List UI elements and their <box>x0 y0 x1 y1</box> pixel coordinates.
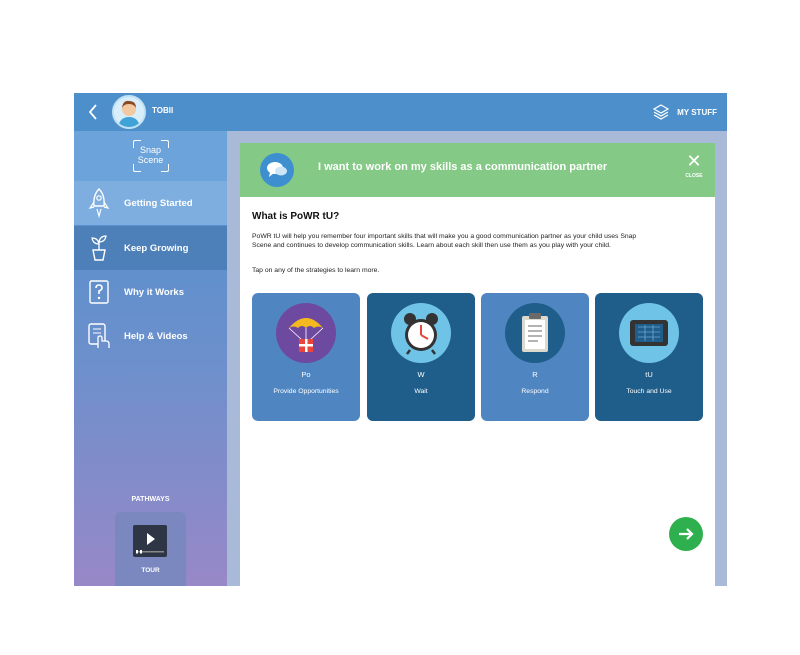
sidebar-item-label: Getting Started <box>124 197 193 209</box>
my-stuff-label: MY STUFF <box>677 107 717 117</box>
sidebar-item-why-it-works[interactable]: Why it Works <box>74 270 227 314</box>
tablet-hand-icon <box>88 323 110 348</box>
goal-banner: I want to work on my skills as a communi… <box>240 143 715 197</box>
back-button[interactable] <box>80 98 106 126</box>
close-label: CLOSE <box>685 173 703 179</box>
section-description: PoWR tU will help you remember four impo… <box>252 233 637 249</box>
avatar[interactable] <box>112 95 146 129</box>
section-heading: What is PoWR tU? <box>252 211 340 222</box>
strategy-abbr: W <box>417 370 425 379</box>
sidebar-item-keep-growing[interactable]: Keep Growing <box>74 226 227 270</box>
tour-label: TOUR <box>141 567 160 574</box>
sidebar-item-getting-started[interactable]: Getting Started <box>74 181 227 225</box>
sidebar-item-help-videos[interactable]: Help & Videos <box>74 314 227 358</box>
banner-title: I want to work on my skills as a communi… <box>318 161 608 173</box>
my-stuff-button[interactable]: MY STUFF <box>653 101 717 123</box>
app-window: TOBII MY STUFF Snap Scene Getting Starte… <box>74 93 727 586</box>
person-avatar-icon <box>118 100 140 127</box>
app-logo: Snap Scene <box>74 131 227 181</box>
close-icon: ✕ <box>686 151 702 172</box>
tour-video-thumbnail[interactable] <box>133 525 167 557</box>
strategy-card-tu[interactable]: tU Touch and Use <box>595 293 703 421</box>
username: TOBII <box>152 106 174 115</box>
chevron-left-icon <box>88 104 97 120</box>
instruction-text: Tap on any of the strategies to learn mo… <box>252 267 380 274</box>
alarm-clock-icon <box>391 303 451 363</box>
main-content: I want to work on my skills as a communi… <box>227 131 727 586</box>
strategy-abbr: Po <box>301 370 311 379</box>
tablet-icon <box>619 303 679 363</box>
strategy-name: Provide Opportunities <box>273 388 339 395</box>
content-panel: I want to work on my skills as a communi… <box>240 143 715 586</box>
tour-card[interactable]: TOUR <box>115 512 186 586</box>
layers-icon <box>653 104 670 120</box>
strategy-abbr: tU <box>645 370 653 379</box>
sidebar-item-label: Why it Works <box>124 286 184 298</box>
strategy-card-po[interactable]: Po Provide Opportunities <box>252 293 360 421</box>
rocket-icon <box>88 188 110 218</box>
pathways-label: PATHWAYS <box>131 496 170 503</box>
sidebar: Snap Scene Getting Started Keep Growing … <box>74 131 227 586</box>
question-icon <box>89 280 109 304</box>
clipboard-icon <box>505 303 565 363</box>
plant-icon <box>91 235 107 261</box>
strategy-name: Respond <box>521 388 549 395</box>
arrow-right-icon <box>679 528 694 540</box>
strategy-name: Touch and Use <box>626 388 672 395</box>
snap-scene-logo: Snap Scene <box>132 140 169 172</box>
strategy-card-w[interactable]: W Wait <box>367 293 475 421</box>
sidebar-item-label: Keep Growing <box>124 242 189 254</box>
play-icon <box>136 533 164 554</box>
strategy-card-r[interactable]: R Respond <box>481 293 589 421</box>
sidebar-item-label: Help & Videos <box>124 330 188 342</box>
next-button[interactable] <box>669 517 703 551</box>
strategy-abbr: R <box>532 370 538 379</box>
close-button[interactable]: ✕ CLOSE <box>677 153 711 187</box>
speech-bubbles-icon <box>260 153 294 187</box>
parachute-gift-icon <box>276 303 336 363</box>
top-bar: TOBII MY STUFF <box>74 93 727 131</box>
strategy-name: Wait <box>414 388 428 395</box>
